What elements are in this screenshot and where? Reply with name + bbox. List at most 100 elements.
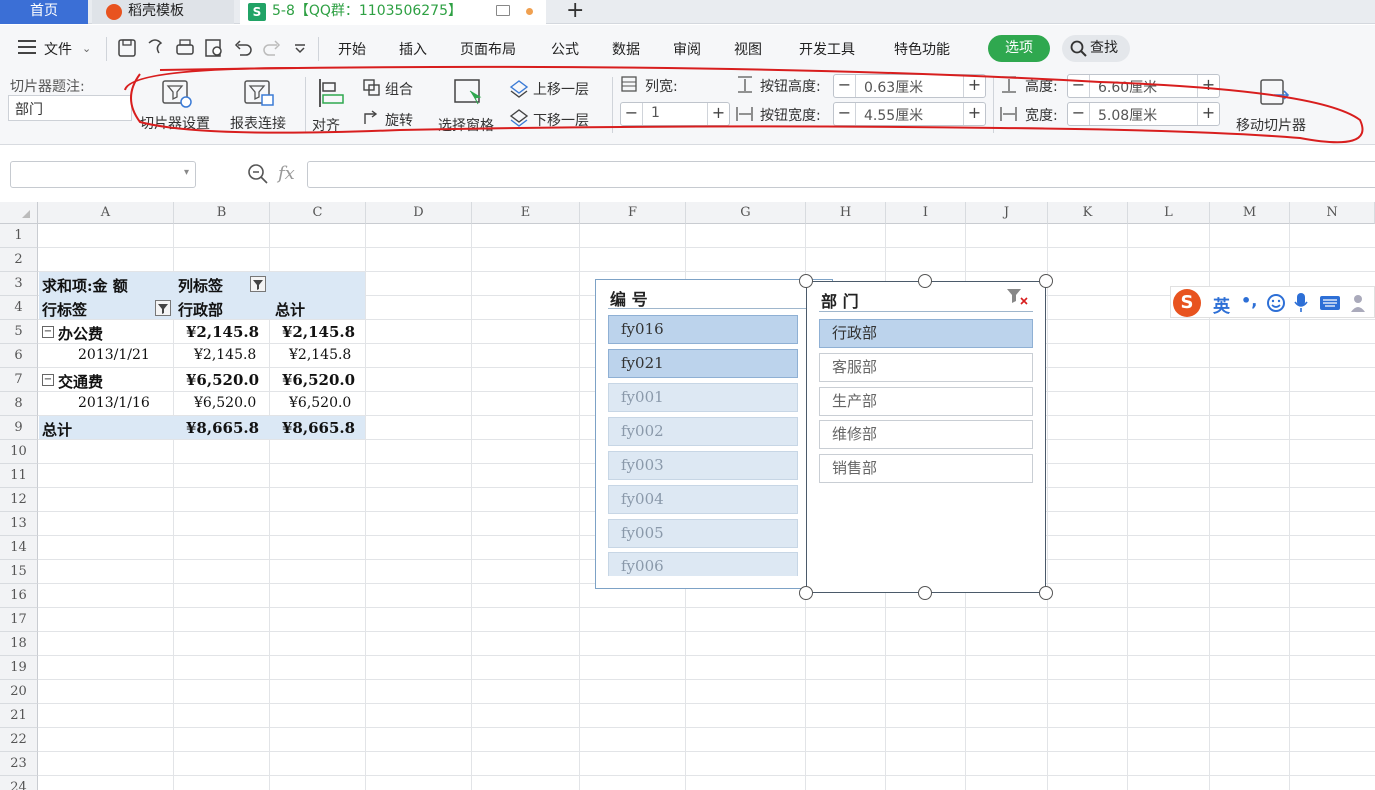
slicer-id-item[interactable]: fy003 xyxy=(608,451,798,480)
spreadsheet-grid[interactable]: ABCDEFGHIJKLMN 1 2 3 4 5 6 7 8 9 10 11 12 13 14 15 16 17… xyxy=(0,202,1375,790)
menu-formula[interactable]: 公式 xyxy=(551,39,579,59)
options-tab-button[interactable]: 选项 xyxy=(988,35,1050,62)
row-header-6[interactable]: 6 xyxy=(0,344,38,368)
slicer-id-item[interactable]: fy002 xyxy=(608,417,798,446)
slicer-id-item[interactable]: fy021 xyxy=(608,349,798,378)
zoom-icon[interactable] xyxy=(247,163,269,185)
column-header-A[interactable]: A xyxy=(38,202,174,224)
column-header-I[interactable]: I xyxy=(886,202,966,224)
ime-toolbar[interactable]: S 英 •, xyxy=(1170,286,1375,318)
resize-handle[interactable] xyxy=(918,274,932,288)
resize-handle[interactable] xyxy=(799,274,813,288)
clear-filter-icon[interactable] xyxy=(1005,286,1031,308)
row-header-10[interactable]: 10 xyxy=(0,440,38,464)
monitor-icon[interactable] xyxy=(496,5,510,16)
column-header-L[interactable]: L xyxy=(1128,202,1210,224)
column-header-K[interactable]: K xyxy=(1048,202,1128,224)
row-header-13[interactable]: 13 xyxy=(0,512,38,536)
row-header-24[interactable]: 24 xyxy=(0,776,38,790)
menu-review[interactable]: 审阅 xyxy=(673,39,701,59)
column-header-M[interactable]: M xyxy=(1210,202,1290,224)
row-header-1[interactable]: 1 xyxy=(0,224,38,248)
resize-handle[interactable] xyxy=(1039,586,1053,600)
print-icon[interactable] xyxy=(174,37,196,59)
row-header-19[interactable]: 19 xyxy=(0,656,38,680)
emoji-icon[interactable] xyxy=(1266,293,1286,313)
resize-handle[interactable] xyxy=(918,586,932,600)
row-header-17[interactable]: 17 xyxy=(0,608,38,632)
row-header-16[interactable]: 16 xyxy=(0,584,38,608)
slicer-department-item[interactable]: 客服部 xyxy=(819,353,1033,382)
row-header-11[interactable]: 11 xyxy=(0,464,38,488)
menu-special[interactable]: 特色功能 xyxy=(894,39,950,59)
column-header-C[interactable]: C xyxy=(270,202,366,224)
row-header-23[interactable]: 23 xyxy=(0,752,38,776)
row-filter-icon[interactable] xyxy=(155,300,171,316)
row-header-5[interactable]: 5 xyxy=(0,320,38,344)
formula-input[interactable] xyxy=(307,161,1375,188)
row-header-3[interactable]: 3 xyxy=(0,272,38,296)
column-header-B[interactable]: B xyxy=(174,202,270,224)
row-header-2[interactable]: 2 xyxy=(0,248,38,272)
chevron-down-icon[interactable]: ⌄ xyxy=(82,42,91,55)
row-header-15[interactable]: 15 xyxy=(0,560,38,584)
name-box[interactable]: ▾ xyxy=(10,161,196,188)
menu-page-layout[interactable]: 页面布局 xyxy=(460,39,516,59)
collapse-icon[interactable]: − xyxy=(42,374,54,386)
column-header-F[interactable]: F xyxy=(580,202,686,224)
slicer-id[interactable]: 编 号 fy016 fy021 fy001 fy002 fy003 fy004 … xyxy=(595,279,833,589)
slicer-id-item[interactable]: fy004 xyxy=(608,485,798,514)
microphone-icon[interactable] xyxy=(1293,292,1309,314)
tab-current-file[interactable]: S 5-8【QQ群：1103506275】 xyxy=(240,0,546,24)
row-header-14[interactable]: 14 xyxy=(0,536,38,560)
slicer-id-item[interactable]: fy016 xyxy=(608,315,798,344)
column-header-D[interactable]: D xyxy=(366,202,472,224)
save-icon[interactable] xyxy=(116,37,138,59)
menu-developer[interactable]: 开发工具 xyxy=(799,39,855,59)
customize-toolbar-icon[interactable] xyxy=(292,39,308,57)
tab-daoke-templates[interactable]: 稻壳模板 xyxy=(92,0,234,24)
menu-data[interactable]: 数据 xyxy=(612,39,640,59)
file-menu[interactable]: 文件 xyxy=(44,39,72,59)
function-icon[interactable]: fx xyxy=(278,163,295,184)
print-preview-icon[interactable] xyxy=(203,37,225,59)
undo-icon[interactable] xyxy=(232,37,254,59)
row-header-22[interactable]: 22 xyxy=(0,728,38,752)
slicer-department-item[interactable]: 销售部 xyxy=(819,454,1033,483)
hamburger-icon[interactable] xyxy=(18,40,36,54)
row-header-20[interactable]: 20 xyxy=(0,680,38,704)
slicer-department-item[interactable]: 维修部 xyxy=(819,420,1033,449)
redo-icon[interactable] xyxy=(261,37,283,59)
sogou-logo-icon[interactable]: S xyxy=(1173,289,1201,317)
resize-handle[interactable] xyxy=(1039,274,1053,288)
menu-view[interactable]: 视图 xyxy=(734,39,762,59)
column-header-J[interactable]: J xyxy=(966,202,1048,224)
search-button[interactable]: 查找 xyxy=(1062,35,1130,62)
menu-start[interactable]: 开始 xyxy=(338,39,366,59)
row-header-12[interactable]: 12 xyxy=(0,488,38,512)
new-tab-plus-icon[interactable]: + xyxy=(566,0,584,23)
row-header-7[interactable]: 7 xyxy=(0,368,38,392)
format-painter-icon[interactable] xyxy=(145,37,167,59)
row-header-18[interactable]: 18 xyxy=(0,632,38,656)
ime-language[interactable]: 英 xyxy=(1213,292,1230,317)
row-header-21[interactable]: 21 xyxy=(0,704,38,728)
collapse-icon[interactable]: − xyxy=(42,326,54,338)
slicer-department-item[interactable]: 行政部 xyxy=(819,319,1033,348)
chevron-down-icon[interactable]: ▾ xyxy=(184,167,189,178)
resize-handle[interactable] xyxy=(799,586,813,600)
row-header-4[interactable]: 4 xyxy=(0,296,38,320)
keyboard-icon[interactable] xyxy=(1319,294,1341,312)
tab-home[interactable]: 首页 xyxy=(0,0,88,24)
slicer-id-item[interactable]: fy005 xyxy=(608,519,798,548)
slicer-id-item[interactable]: fy006 xyxy=(608,552,798,576)
ime-punctuation[interactable]: •, xyxy=(1241,291,1257,310)
user-icon[interactable] xyxy=(1349,292,1371,314)
column-header-E[interactable]: E xyxy=(472,202,580,224)
row-header-9[interactable]: 9 xyxy=(0,416,38,440)
slicer-department-item[interactable]: 生产部 xyxy=(819,387,1033,416)
column-filter-icon[interactable] xyxy=(250,276,266,292)
column-header-N[interactable]: N xyxy=(1290,202,1375,224)
select-all-corner[interactable] xyxy=(0,202,38,224)
column-header-G[interactable]: G xyxy=(686,202,806,224)
